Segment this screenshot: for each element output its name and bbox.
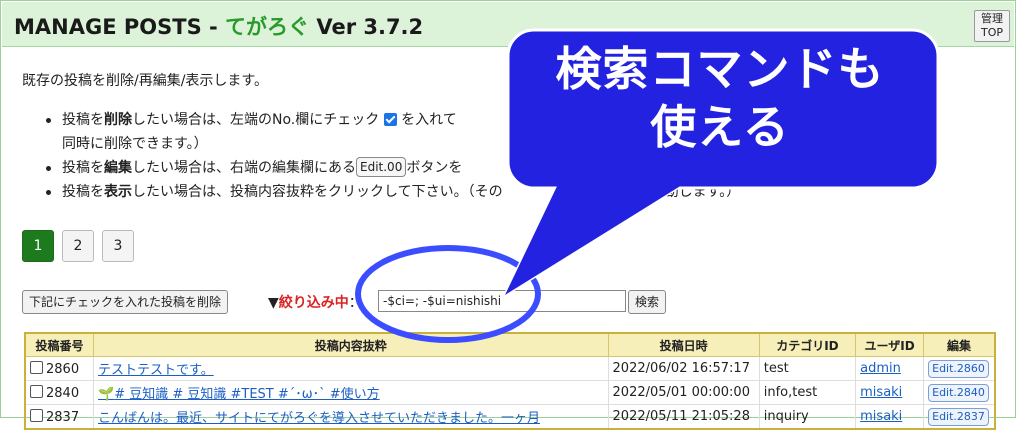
row-checkbox[interactable] [30, 360, 43, 374]
page-button-1[interactable]: 1 [22, 230, 54, 262]
post-number-cell: 2860 [24, 356, 94, 381]
table-header-row: 投稿番号 投稿内容抜粋 投稿日時 カテゴリID ユーザID 編集 [24, 332, 996, 357]
version-label: Ver 3.7.2 [316, 15, 424, 39]
bulk-delete-button[interactable]: 下記にチェックを入れた投稿を削除 [22, 290, 229, 314]
user-cell: misaki [855, 380, 925, 405]
table-row: 2837 こんばんは。最近、サイトにてがろぐを導入させていただきました。一ヶ月 … [24, 404, 996, 430]
excerpt-cell: テストテストです。 [93, 356, 609, 381]
user-link[interactable]: admin [860, 361, 901, 376]
admin-top-button[interactable]: 管理 TOP [974, 10, 1010, 42]
date-cell: 2022/05/01 00:00:00 [607, 380, 760, 405]
excerpt-link[interactable]: こんばんは。最近、サイトにてがろぐを導入させていただきました。一ヶ月 [98, 411, 540, 426]
header-category[interactable]: カテゴリID [758, 332, 857, 357]
table-row: 2840 🌱# 豆知識 # 豆知識 #TEST #´･ω･` #使い方 2022… [24, 380, 996, 405]
header-edit: 編集 [923, 332, 996, 357]
instruction-show: 投稿を表示したい場合は、投稿内容抜粋をクリックして下さい。（その ンに移動します。… [40, 180, 1000, 204]
edit-button[interactable]: Edit.2837 [928, 407, 989, 426]
user-cell: admin [855, 356, 925, 381]
date-cell: 2022/06/02 16:57:17 [607, 356, 760, 381]
filter-label: ▼絞り込み中： [268, 295, 363, 311]
user-link[interactable]: misaki [860, 409, 902, 424]
search-button[interactable]: 検索 [628, 290, 667, 314]
row-checkbox[interactable] [30, 384, 43, 398]
excerpt-link[interactable]: テストテストです。 [98, 363, 214, 378]
header-post-number[interactable]: 投稿番号 [24, 332, 94, 357]
sprout-icon: 🌱 [98, 387, 115, 402]
edit-button[interactable]: Edit.2840 [928, 383, 989, 402]
excerpt-link[interactable]: 🌱# 豆知識 # 豆知識 #TEST #´･ω･` #使い方 [98, 387, 380, 402]
header-user[interactable]: ユーザID [855, 332, 925, 357]
category-cell: inquiry [758, 404, 857, 430]
edit-cell: Edit.2860 [923, 356, 996, 381]
edit-cell: Edit.2837 [923, 404, 996, 430]
callout-line2: 使える [650, 100, 790, 154]
callout-text: 検索コマンドも 使える [510, 40, 930, 156]
post-number-cell: 2840 [24, 380, 94, 405]
category-cell: info,test [758, 380, 857, 405]
excerpt-cell: こんばんは。最近、サイトにてがろぐを導入させていただきました。一ヶ月 [93, 404, 609, 430]
admin-top-line1: 管理 [981, 12, 1003, 25]
excerpt-cell: 🌱# 豆知識 # 豆知識 #TEST #´･ω･` #使い方 [93, 380, 609, 405]
page-button-3[interactable]: 3 [102, 230, 134, 262]
category-cell: test [758, 356, 857, 381]
user-cell: misaki [855, 404, 925, 430]
header-excerpt[interactable]: 投稿内容抜粋 [93, 332, 609, 357]
table-row: 2860 テストテストです。 2022/06/02 16:57:17 test … [24, 356, 996, 381]
checkbox-checked-icon [383, 113, 397, 126]
callout-line1: 検索コマンドも [555, 42, 885, 96]
app-name: てがろぐ [225, 15, 310, 39]
posts-table: 投稿番号 投稿内容抜粋 投稿日時 カテゴリID ユーザID 編集 2860 テス… [24, 332, 996, 430]
intro-text: 既存の投稿を削除/再編集/表示します。 [22, 73, 269, 89]
user-link[interactable]: misaki [860, 385, 902, 400]
admin-top-line2: TOP [980, 26, 1003, 39]
edit-button[interactable]: Edit.2860 [928, 359, 989, 378]
edit-button-sample: Edit.00 [356, 157, 407, 177]
page-title: MANAGE POSTS - てがろぐ Ver 3.7.2 [14, 11, 423, 41]
date-cell: 2022/05/11 21:05:28 [607, 404, 760, 430]
post-number-cell: 2837 [24, 404, 94, 430]
title-text: MANAGE POSTS - [14, 15, 226, 39]
page-button-2[interactable]: 2 [62, 230, 94, 262]
search-input[interactable] [378, 290, 626, 312]
instruction-edit: 投稿を編集したい場合は、右端の編集欄にある Edit.00 ボタンを [40, 156, 1000, 180]
header-date[interactable]: 投稿日時 [607, 332, 760, 357]
edit-cell: Edit.2840 [923, 380, 996, 405]
